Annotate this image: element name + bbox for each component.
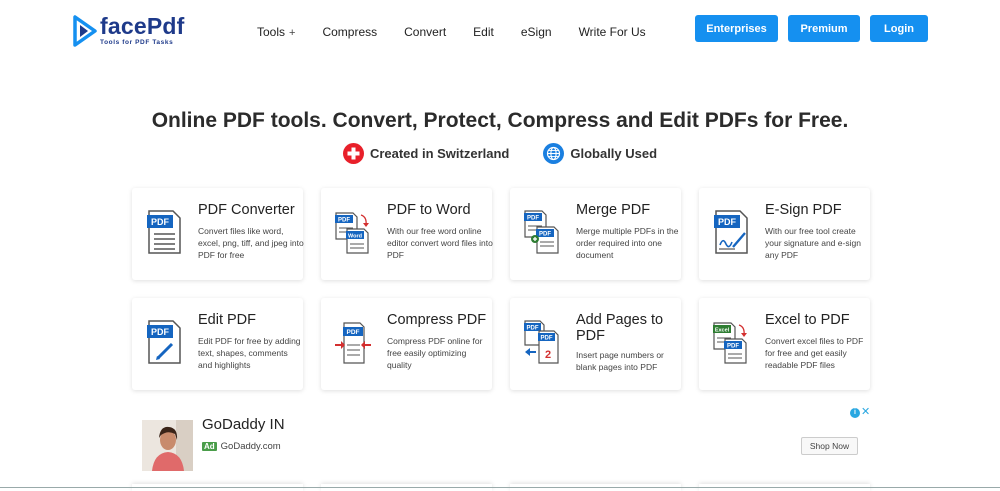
play-logo-icon (73, 15, 97, 47)
tool-title: Excel to PDF (765, 312, 850, 328)
plus-icon: + (289, 27, 296, 39)
nav-edit[interactable]: Edit (473, 25, 494, 39)
svg-text:PDF: PDF (718, 217, 737, 227)
merge-pdf-icon: PDF PDF (524, 210, 559, 254)
pdf-document-icon: PDF (147, 210, 181, 254)
tool-card-edit-pdf[interactable]: PDF Edit PDF Edit PDF for free by adding… (132, 298, 303, 390)
tool-desc: Compress PDF online for free easily opti… (387, 336, 483, 370)
site-header: facePdf Tools for PDF Tasks Tools + Compr… (0, 0, 1000, 62)
hero-badges: Created in Switzerland Globally Used (0, 143, 1000, 164)
add-pages-icon: PDF PDF 2 (524, 320, 559, 364)
tool-desc: Insert page numbers or blank pages into … (576, 350, 664, 372)
globe-icon (543, 143, 565, 164)
svg-text:PDF: PDF (539, 232, 551, 238)
tool-card-esign-pdf[interactable]: PDF E-Sign PDF With our free tool create… (699, 188, 870, 280)
login-button[interactable]: Login (870, 15, 928, 42)
svg-text:PDF: PDF (338, 218, 350, 224)
edit-pdf-icon: PDF (147, 320, 181, 364)
ad-shop-now-button[interactable]: Shop Now (801, 437, 858, 455)
tool-desc: With our free tool create your signature… (765, 226, 861, 260)
nav-write-for-us[interactable]: Write For Us (579, 25, 646, 39)
tool-desc: With our free word online editor convert… (387, 226, 493, 260)
ad-title[interactable]: GoDaddy IN (202, 416, 285, 433)
badge-switzerland: Created in Switzerland (342, 143, 509, 164)
tool-card-pdf-to-word[interactable]: PDF Word PDF to Word With our free word … (321, 188, 493, 280)
svg-text:PDF: PDF (541, 336, 553, 342)
person-photo-icon (142, 420, 193, 471)
logo-name: facePdf (100, 13, 185, 39)
svg-text:2: 2 (545, 349, 551, 361)
tool-title: Edit PDF (198, 312, 257, 328)
ad-close-icon[interactable]: ✕ (861, 405, 870, 418)
badge-globally-used: Globally Used (543, 143, 657, 164)
nav-tools[interactable]: Tools + (257, 25, 295, 39)
tool-title: E-Sign PDF (765, 202, 842, 218)
logo-tagline: Tools for PDF Tasks (100, 39, 174, 46)
main-nav: Tools + Compress Convert Edit eSign Write… (257, 25, 673, 39)
tool-card-pdf-converter[interactable]: PDF PDF Converter Convert files like wor… (132, 188, 304, 280)
compress-pdf-icon: PDF (335, 322, 371, 364)
svg-text:PDF: PDF (527, 216, 539, 222)
tool-title: Add Pages to PDF (576, 312, 664, 344)
pdf-to-word-icon: PDF Word (335, 212, 369, 254)
tool-title: PDF Converter (198, 202, 295, 218)
nav-esign[interactable]: eSign (521, 25, 552, 39)
tool-desc: Edit PDF for free by adding text, shapes… (198, 336, 301, 370)
ad-info-icon[interactable]: i (850, 408, 860, 418)
svg-text:Word: Word (348, 233, 362, 239)
svg-text:PDF: PDF (727, 344, 739, 350)
tool-card-compress-pdf[interactable]: PDF Compress PDF Compress PDF online for… (321, 298, 492, 390)
svg-text:Excel: Excel (715, 327, 730, 333)
ad-source: Ad GoDaddy.com (202, 441, 281, 452)
tool-desc: Convert excel files to PDF for free and … (765, 336, 864, 370)
tool-card-add-pages[interactable]: PDF PDF 2 Add Pages to PDF Insert page n… (510, 298, 681, 390)
window-bottom-edge (0, 487, 1000, 491)
esign-pdf-icon: PDF (714, 210, 748, 254)
ad-domain: GoDaddy.com (220, 441, 281, 452)
premium-button[interactable]: Premium (788, 15, 860, 42)
tool-card-excel-to-pdf[interactable]: Excel PDF Excel to PDF Convert excel fil… (699, 298, 870, 390)
nav-convert[interactable]: Convert (404, 25, 446, 39)
svg-text:PDF: PDF (151, 217, 170, 227)
nav-compress[interactable]: Compress (322, 25, 377, 39)
page-title: Online PDF tools. Convert, Protect, Comp… (151, 109, 849, 132)
tool-card-merge-pdf[interactable]: PDF PDF Merge PDF Merge multiple PDFs in… (510, 188, 681, 280)
logo[interactable]: facePdf Tools for PDF Tasks (72, 14, 184, 48)
tool-title: Merge PDF (576, 202, 651, 218)
tool-desc: Merge multiple PDFs in the order require… (576, 226, 679, 260)
tool-title: Compress PDF (387, 312, 487, 328)
tool-desc: Convert files like word, excel, png, tif… (198, 226, 304, 260)
svg-text:PDF: PDF (527, 326, 539, 332)
ad-banner[interactable]: GoDaddy IN Ad GoDaddy.com Shop Now i ✕ (132, 405, 870, 477)
ad-label: Ad (202, 442, 217, 451)
swiss-flag-icon (342, 143, 364, 164)
svg-text:PDF: PDF (347, 329, 360, 336)
ad-image[interactable] (142, 420, 193, 471)
enterprises-button[interactable]: Enterprises (695, 15, 778, 42)
tool-title: PDF to Word (387, 202, 471, 218)
excel-to-pdf-icon: Excel PDF (713, 322, 747, 364)
svg-text:PDF: PDF (151, 327, 170, 337)
